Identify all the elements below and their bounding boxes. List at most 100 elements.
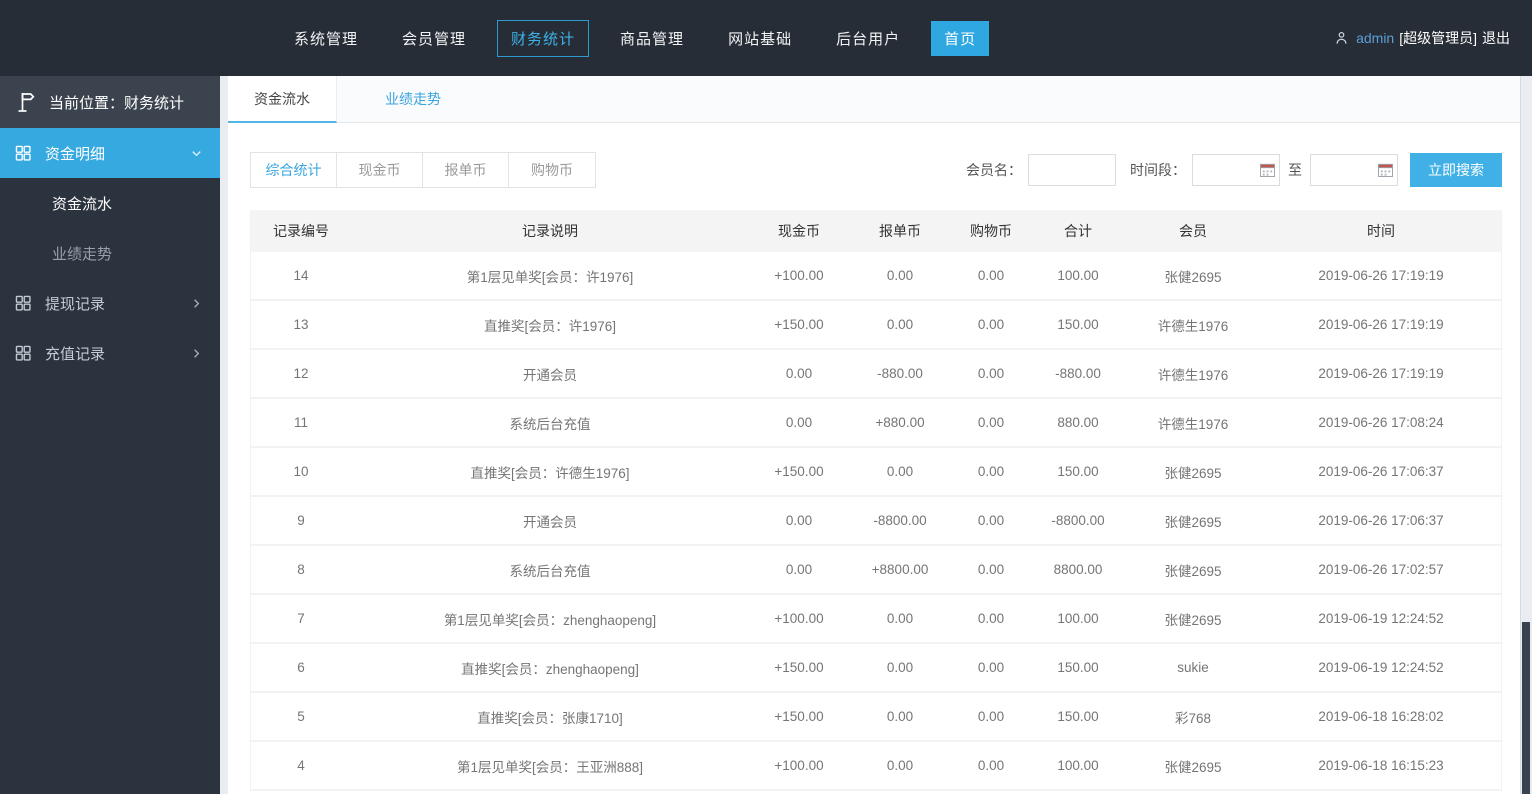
cell-member: 张健2695 bbox=[1164, 563, 1222, 579]
tab-fund-flow[interactable]: 资金流水 bbox=[228, 76, 337, 123]
user-role: [超级管理员] bbox=[1399, 30, 1477, 46]
cell-member: 张健2695 bbox=[1164, 514, 1222, 530]
cell-cash-coin: 0.00 bbox=[785, 415, 813, 430]
header-cell-cash-coin: 现金币 bbox=[778, 223, 820, 239]
filter-button-all[interactable]: 综合统计 bbox=[251, 153, 337, 187]
sidebar-gutter bbox=[220, 76, 228, 794]
cell-cash-coin: 0.00 bbox=[785, 366, 813, 381]
user-info: admin [超级管理员] 退出 bbox=[1334, 0, 1510, 76]
cell-order-coin: 0.00 bbox=[886, 611, 914, 626]
table-body: 14 第1层见单奖[会员：许1976] +100.00 0.00 0.00 100.00 张… bbox=[251, 252, 1501, 791]
menu-item-withdraw-records[interactable]: 提现记录 bbox=[0, 278, 220, 328]
cell-shopping-coin: 0.00 bbox=[977, 562, 1005, 577]
cell-shopping-coin: 0.00 bbox=[977, 317, 1005, 332]
cell-total: -880.00 bbox=[1055, 366, 1101, 381]
cell-record-id: 5 bbox=[297, 709, 305, 724]
cell-cash-coin: +100.00 bbox=[774, 758, 824, 773]
cell-cash-coin: 0.00 bbox=[785, 562, 813, 577]
cell-record-id: 4 bbox=[297, 758, 305, 773]
table-row: 6 直推奖[会员：zhenghaopeng] +150.00 0.00 0.00 150.… bbox=[251, 644, 1501, 693]
cell-order-coin: 0.00 bbox=[886, 317, 914, 332]
cell-time: 2019-06-26 17:19:19 bbox=[1318, 366, 1444, 381]
cell-total: 150.00 bbox=[1057, 317, 1099, 332]
cell-total: 880.00 bbox=[1057, 415, 1099, 430]
cell-shopping-coin: 0.00 bbox=[977, 611, 1005, 626]
calendar-icon[interactable] bbox=[1378, 163, 1393, 177]
logout-button[interactable]: 退出 bbox=[1482, 28, 1510, 48]
location-label: 当前位置：财务统计 bbox=[49, 94, 185, 112]
cell-time: 2019-06-26 17:19:19 bbox=[1318, 268, 1444, 283]
cell-total: 150.00 bbox=[1057, 660, 1099, 675]
nav-item-products[interactable]: 商品管理 bbox=[607, 21, 697, 56]
cell-description: 第1层见单奖[会员：zhenghaopeng] bbox=[443, 612, 657, 628]
cell-cash-coin: +100.00 bbox=[774, 268, 824, 283]
cell-description: 第1层见单奖[会员：王亚洲888] bbox=[456, 759, 644, 775]
cell-shopping-coin: 0.00 bbox=[977, 366, 1005, 381]
chevron-right-icon bbox=[189, 296, 204, 311]
filter-row: 综合统计 现金币 报单币 购物币 会员名： 时间段： 至 立即搜索 bbox=[250, 152, 1502, 188]
cell-time: 2019-06-26 17:06:37 bbox=[1318, 513, 1444, 528]
submenu-item-fund-flow[interactable]: 资金流水 bbox=[0, 178, 220, 228]
cell-total: 100.00 bbox=[1057, 268, 1099, 283]
menu-item-funds-detail[interactable]: 资金明细 bbox=[0, 128, 220, 178]
cell-shopping-coin: 0.00 bbox=[977, 268, 1005, 283]
user-name[interactable]: admin bbox=[1356, 30, 1394, 46]
cell-cash-coin: 0.00 bbox=[785, 513, 813, 528]
cell-description: 开通会员 bbox=[523, 514, 577, 530]
cell-time: 2019-06-19 12:24:52 bbox=[1318, 611, 1444, 626]
nav-item-finance[interactable]: 财务统计 bbox=[497, 19, 590, 57]
filter-button-order-coin[interactable]: 报单币 bbox=[423, 153, 509, 187]
cell-record-id: 10 bbox=[293, 464, 309, 479]
person-icon bbox=[1334, 30, 1349, 46]
cell-description: 直推奖[会员：zhenghaopeng] bbox=[461, 661, 639, 677]
cell-shopping-coin: 0.00 bbox=[977, 513, 1005, 528]
calendar-icon[interactable] bbox=[1260, 163, 1275, 177]
cell-order-coin: -8800.00 bbox=[873, 513, 927, 528]
nav-item-site-basics[interactable]: 网站基础 bbox=[715, 21, 805, 56]
cell-description: 直推奖[会员：许德生1976] bbox=[470, 465, 630, 481]
nav-item-system[interactable]: 系统管理 bbox=[281, 21, 371, 56]
nav-item-members[interactable]: 会员管理 bbox=[389, 21, 479, 56]
records-table: 记录编号 记录说明 现金币 报单币 购物币 合计 会员 时间 14 第1层见单奖[… bbox=[250, 210, 1502, 791]
topbar: 系统管理 会员管理 财务统计 商品管理 网站基础 后台用户 首页 admin [… bbox=[0, 0, 1532, 76]
cell-cash-coin: +150.00 bbox=[774, 709, 824, 724]
search-button[interactable]: 立即搜索 bbox=[1410, 153, 1502, 187]
filter-button-cash-coin[interactable]: 现金币 bbox=[337, 153, 423, 187]
cell-record-id: 11 bbox=[293, 415, 308, 430]
cell-cash-coin: +150.00 bbox=[774, 464, 824, 479]
menu-item-label: 资金明细 bbox=[45, 145, 106, 163]
cell-shopping-coin: 0.00 bbox=[977, 464, 1005, 479]
scrollbar-thumb[interactable] bbox=[1522, 622, 1530, 794]
table-row: 9 开通会员 0.00 -8800.00 0.00 -8800.00 张健2695 2019-… bbox=[251, 497, 1501, 546]
nav-item-home[interactable]: 首页 bbox=[931, 20, 990, 56]
cell-order-coin: +880.00 bbox=[875, 415, 925, 430]
cell-order-coin: 0.00 bbox=[886, 758, 914, 773]
tab-strip: 资金流水 业绩走势 bbox=[228, 76, 1520, 123]
table-row: 10 直推奖[会员：许德生1976] +150.00 0.00 0.00 150.00 张健… bbox=[251, 448, 1501, 497]
cell-record-id: 14 bbox=[293, 268, 309, 283]
nav-item-backend-users[interactable]: 后台用户 bbox=[823, 21, 913, 56]
table-row: 13 直推奖[会员：许1976] +150.00 0.00 0.00 150.00 许德生1… bbox=[251, 301, 1501, 350]
filter-button-shopping-coin[interactable]: 购物币 bbox=[509, 153, 595, 187]
cell-total: 8800.00 bbox=[1053, 562, 1103, 577]
submenu-item-performance-trend[interactable]: 业绩走势 bbox=[0, 228, 220, 278]
menu-item-recharge-records[interactable]: 充值记录 bbox=[0, 328, 220, 378]
cell-shopping-coin: 0.00 bbox=[977, 758, 1005, 773]
cell-shopping-coin: 0.00 bbox=[977, 709, 1005, 724]
cell-cash-coin: +100.00 bbox=[774, 611, 824, 626]
cell-description: 直推奖[会员：许1976] bbox=[483, 318, 617, 334]
sidebar: 当前位置：财务统计 资金明细 资金流水 业绩走势 提现记录 充值记录 bbox=[0, 76, 220, 794]
cell-total: 150.00 bbox=[1057, 464, 1099, 479]
header-cell-member: 会员 bbox=[1179, 223, 1207, 239]
cell-time: 2019-06-19 12:24:52 bbox=[1318, 660, 1444, 675]
cell-record-id: 6 bbox=[297, 660, 305, 675]
table-row: 14 第1层见单奖[会员：许1976] +100.00 0.00 0.00 100.00 张… bbox=[251, 252, 1501, 301]
tab-performance-trend[interactable]: 业绩走势 bbox=[359, 76, 467, 123]
cell-time: 2019-06-26 17:08:24 bbox=[1318, 415, 1444, 430]
cell-record-id: 9 bbox=[297, 513, 305, 528]
menu-item-label: 充值记录 bbox=[45, 345, 106, 363]
cell-time: 2019-06-18 16:15:23 bbox=[1318, 758, 1444, 773]
cell-order-coin: -880.00 bbox=[877, 366, 923, 381]
menu-item-label: 提现记录 bbox=[45, 295, 106, 313]
member-name-input[interactable] bbox=[1028, 154, 1116, 186]
